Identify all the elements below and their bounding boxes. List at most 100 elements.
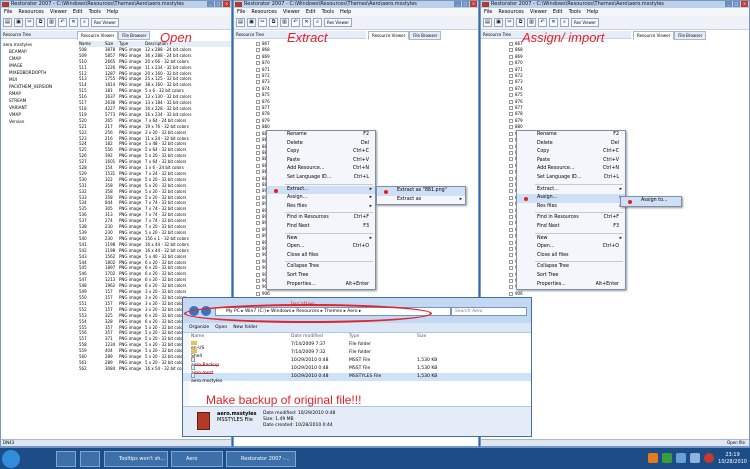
open-icon[interactable]: ▤ [483,18,492,27]
tray-icon-stop[interactable] [704,453,714,463]
find-icon[interactable]: ⌕ [80,18,89,27]
menu-item-extract[interactable]: Extract... ▸ [517,186,625,195]
menu-edit[interactable]: Edit [553,8,563,16]
new-folder-button[interactable]: New folder [233,323,257,332]
menu-item-rename[interactable]: Rename F2 [267,131,375,140]
menu-item-collapse-tree[interactable]: Collapse Tree [517,263,625,272]
menu-item-set-language-id[interactable]: Set Language ID... Ctrl+L [517,174,625,183]
tree-item[interactable]: Version [3,118,77,125]
menu-item-close-all-files[interactable]: Close all files [267,252,375,261]
undo-icon[interactable]: ↶ [291,18,300,27]
res-viewer-button[interactable]: Res Viewer [91,18,120,27]
menu-edit[interactable]: Edit [73,8,83,16]
search-input[interactable]: Search Aero [451,307,527,316]
taskbar-button-aero[interactable]: Aero [171,451,223,467]
menu-item-properties[interactable]: Properties... Alt+Enter [267,281,375,290]
taskbar-button-restorator[interactable]: Restorator 2007 -... [226,451,296,467]
menu-item-close-all-files[interactable]: Close all files [517,252,625,261]
close-button[interactable]: × [223,1,230,7]
delete-icon[interactable]: ✕ [302,18,311,27]
menu-item-res-files[interactable]: Res files▸ [267,203,375,212]
menu-item-add-resource[interactable]: Add Resource... Ctrl+N [517,165,625,174]
res-viewer-button[interactable]: Res Viewer [571,18,600,27]
menu-resources[interactable]: Resources [498,8,524,16]
undo-icon[interactable]: ↶ [58,18,67,27]
menu-item-delete[interactable]: Delete Del [517,140,625,149]
menu-item-paste[interactable]: Paste Ctrl+V [267,157,375,166]
taskbar-explorer-icon[interactable] [56,451,76,467]
cut-icon[interactable]: ✂ [505,18,514,27]
organize-button[interactable]: Organize [189,323,209,332]
tree-item[interactable]: IMAGE [3,62,77,69]
column-header[interactable]: Type [349,333,417,341]
menu-file[interactable]: File [4,8,12,16]
tray-icon-volume[interactable] [690,453,700,463]
tray-icon-chrome[interactable] [662,453,672,463]
menu-help[interactable]: Help [107,8,118,16]
tree-item[interactable]: MUI [3,76,77,83]
save-icon[interactable]: ▣ [494,18,503,27]
file-row[interactable]: aero-Backup 10/29/2010 0:48 MSST File 1,530… [183,357,531,368]
minimize-button[interactable]: _ [454,1,461,7]
column-header[interactable]: Date modified [291,333,349,341]
delete-icon[interactable]: ✕ [549,18,558,27]
menu-item-find-in-resources[interactable]: Find in Resources Ctrl+F [267,214,375,223]
tab-file-browser[interactable]: File Browser [118,31,151,40]
tray-icon-network[interactable] [676,453,686,463]
menu-help[interactable]: Help [587,8,598,16]
open-icon[interactable]: ▤ [236,18,245,27]
tree-item[interactable]: STREAM [3,97,77,104]
menu-item-find-in-resources[interactable]: Find in Resources Ctrl+F [517,214,625,223]
menu-item-sort-tree[interactable]: Sort Tree [267,272,375,281]
tab-resource-viewer[interactable]: Resource Viewer [633,31,675,40]
menu-item-find-next[interactable]: Find Next F3 [267,223,375,232]
file-row[interactable]: Shell 7/14/2009 7:32 File folder [183,349,531,359]
menu-item-delete[interactable]: Delete Del [267,140,375,149]
tray-icon-firefox[interactable] [648,453,658,463]
menu-item-new[interactable]: New ▸ [517,235,625,244]
copy-icon[interactable]: ⧉ [36,18,45,27]
paste-icon[interactable]: ▥ [280,18,289,27]
open-button[interactable]: Open [215,323,227,332]
tree-item[interactable]: BCAMAP [3,48,77,55]
minimize-button[interactable]: _ [207,1,214,7]
file-row[interactable]: aero.msst 10/29/2010 0:48 MSST File 1,530 K… [183,365,531,376]
tree-item[interactable]: VARIANT [3,104,77,111]
find-icon[interactable]: ⌕ [313,18,322,27]
taskbar-firefox-icon[interactable] [80,451,100,467]
column-header[interactable]: Size [417,333,457,341]
menu-item-collapse-tree[interactable]: Collapse Tree [267,263,375,272]
menu-item-find-next[interactable]: Find Next F3 [517,223,625,232]
cut-icon[interactable]: ✂ [25,18,34,27]
menu-file[interactable]: File [237,8,245,16]
clock[interactable]: 23:19 10/28/2010 [718,452,747,466]
paste-icon[interactable]: ▥ [527,18,536,27]
menu-item-extract[interactable]: Extract... ▸ [267,185,375,195]
tab-file-browser[interactable]: File Browser [409,31,442,40]
maximize-button[interactable]: □ [215,1,222,7]
menu-item-copy[interactable]: Copy Ctrl+C [267,148,375,157]
maximize-button[interactable]: □ [733,1,740,7]
open-icon[interactable]: ▤ [3,18,12,27]
tab-resource-viewer[interactable]: Resource Viewer [77,31,119,40]
menu-resources[interactable]: Resources [18,8,44,16]
menu-edit[interactable]: Edit [306,8,316,16]
menu-item-rename[interactable]: Rename F2 [517,131,625,140]
tree-item[interactable]: MIXEDBORDOPTH [3,69,77,76]
tree-item[interactable]: VMAP [3,111,77,118]
menu-item-res-files[interactable]: Res files▸ [517,203,625,212]
tab-file-browser[interactable]: File Browser [674,31,707,40]
menu-resources[interactable]: Resources [251,8,277,16]
copy-icon[interactable]: ⧉ [269,18,278,27]
menu-item-set-language-id[interactable]: Set Language ID... Ctrl+L [267,174,375,183]
menu-tools[interactable]: Tools [569,8,581,16]
column-header[interactable]: Name [191,333,291,341]
close-button[interactable]: × [741,1,748,7]
menu-item-open[interactable]: Open... Ctrl+O [267,243,375,252]
menu-item-extract-as[interactable]: Extract as ▸ [377,196,465,205]
save-icon[interactable]: ▣ [14,18,23,27]
paste-icon[interactable]: ▥ [47,18,56,27]
menu-item-add-resource[interactable]: Add Resource... Ctrl+N [267,165,375,174]
menu-item-properties[interactable]: Properties... Alt+Enter [517,281,625,290]
menu-item-extract-as-name[interactable]: Extract as "881.png" [377,187,465,196]
